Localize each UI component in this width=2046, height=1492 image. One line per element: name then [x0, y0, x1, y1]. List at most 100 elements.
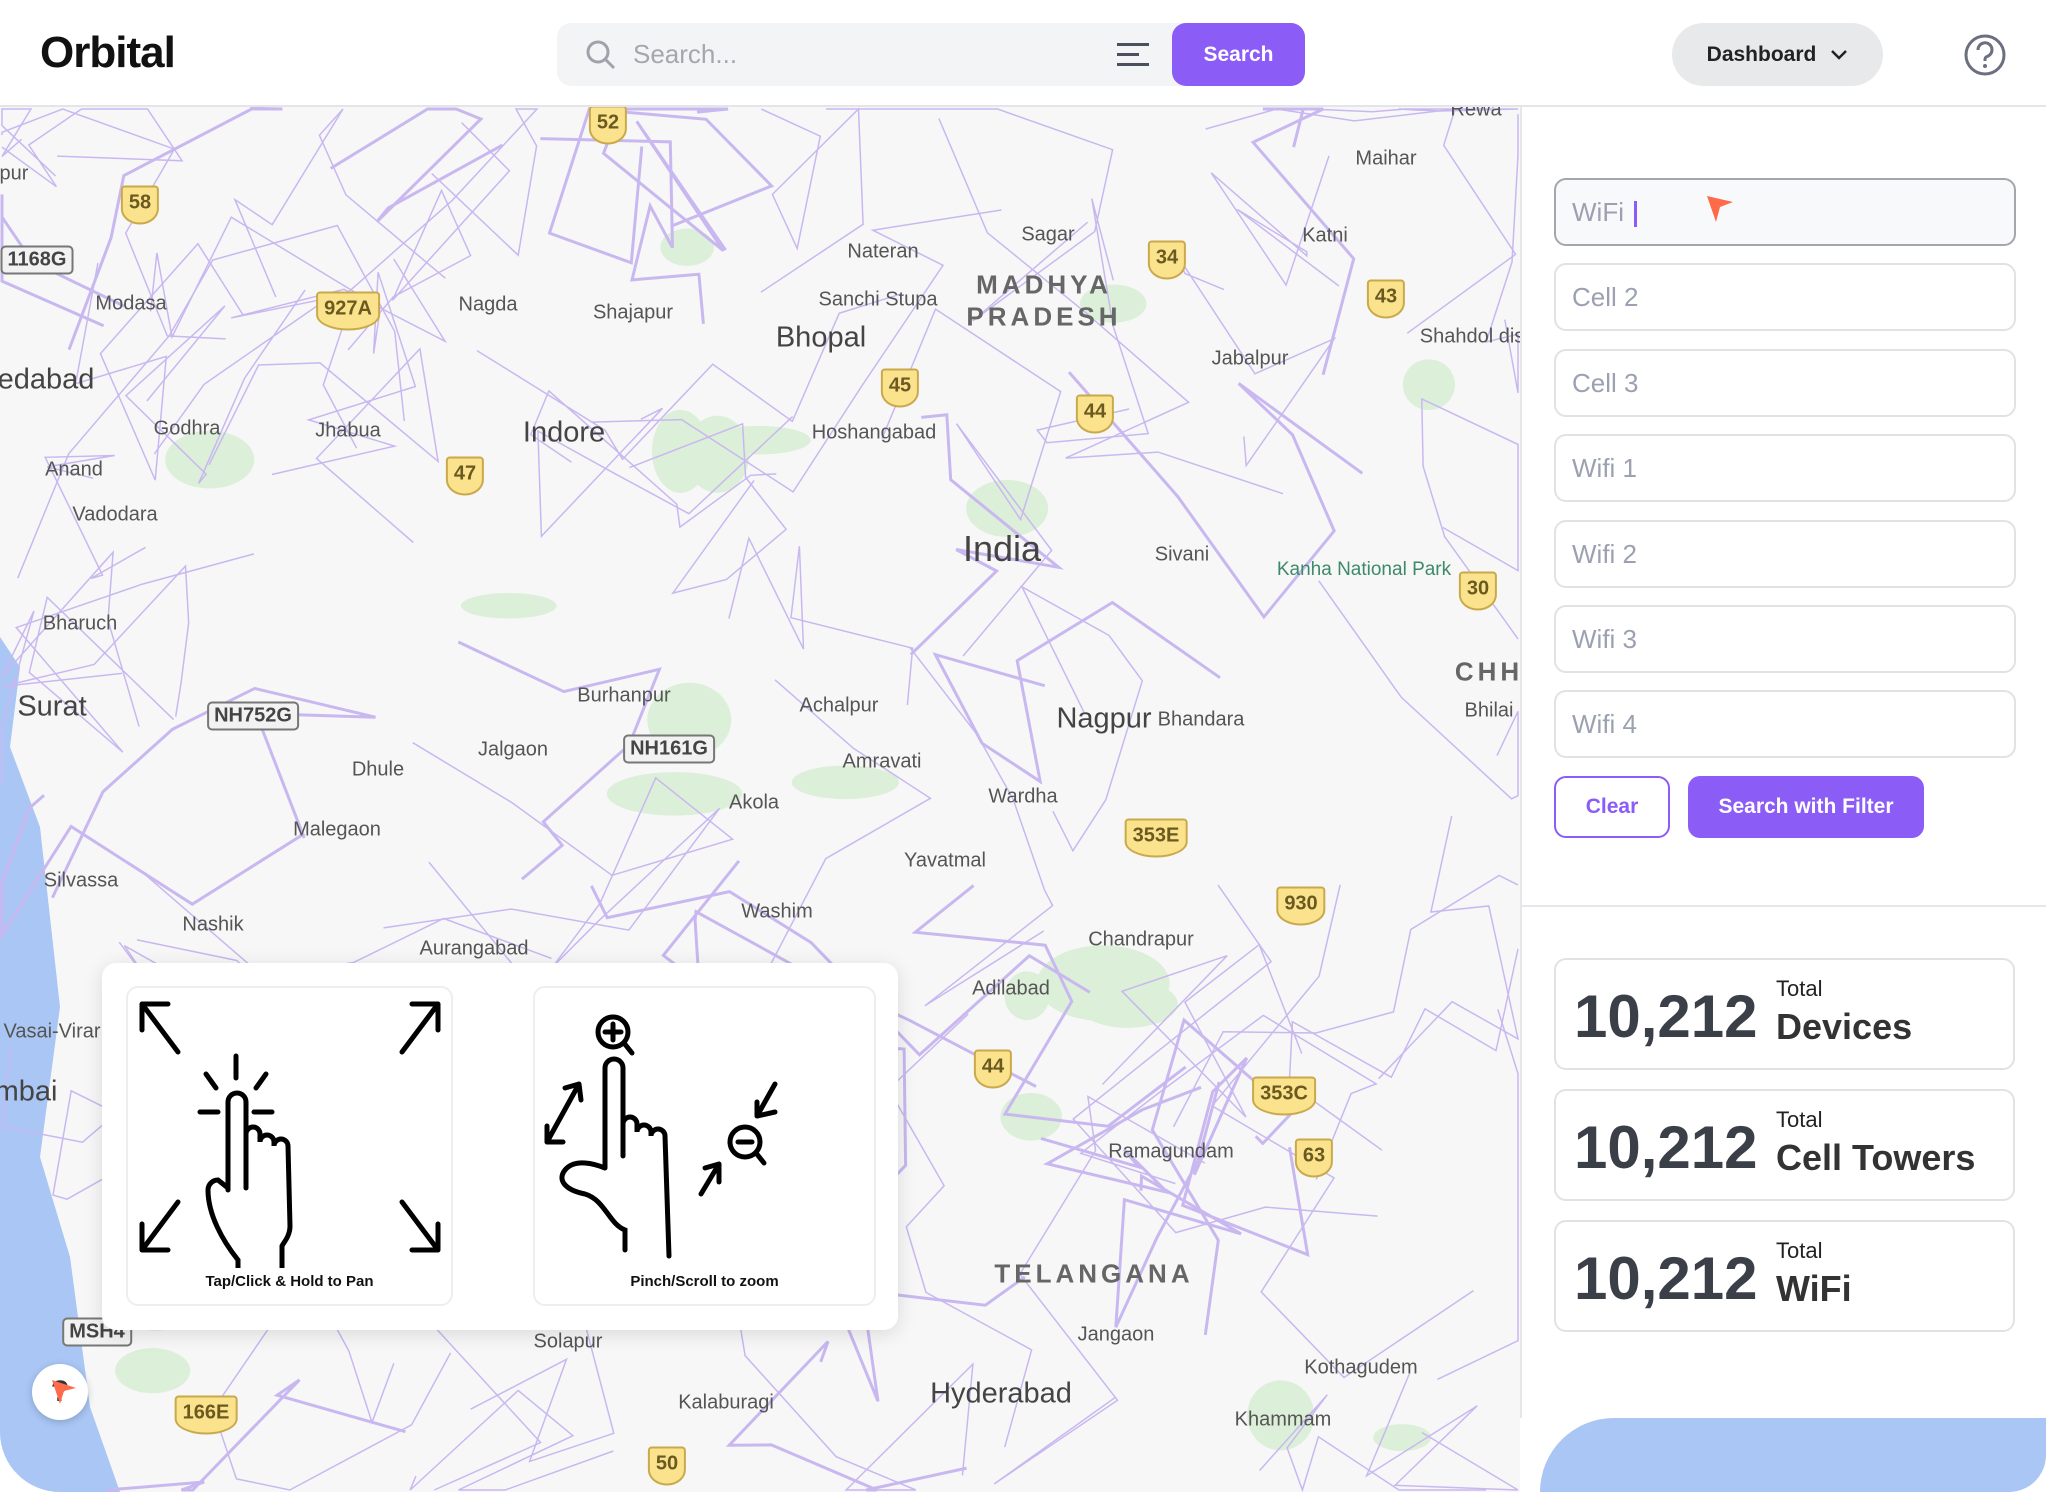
- zoom-caption: Pinch/Scroll to zoom: [630, 1273, 779, 1290]
- highway-shield: 44: [973, 1049, 1013, 1089]
- stat-card-devices: 10,212 Total Devices: [1554, 958, 2015, 1070]
- help-circle-icon[interactable]: [1963, 33, 2007, 77]
- map-city-label: Nashik: [182, 913, 244, 936]
- highway-label: 1168G: [0, 245, 74, 275]
- dashboard-dropdown[interactable]: Dashboard: [1672, 23, 1883, 86]
- map-road: [725, 1340, 967, 1492]
- highway-shield: 47: [445, 456, 485, 496]
- map-city-label: Jabalpur: [1211, 347, 1289, 370]
- filter-input-wifi-3[interactable]: [1554, 605, 2016, 673]
- stat-prefix: Total: [1776, 1238, 1823, 1263]
- filter-input-active[interactable]: [1554, 178, 2016, 246]
- dashboard-label: Dashboard: [1706, 42, 1817, 66]
- map-city-label: Aurangabad: [419, 937, 529, 960]
- map-city-label: Bhandara: [1157, 708, 1245, 731]
- map-city-label: Vadodara: [72, 503, 158, 526]
- map-city-label: Jangaon: [1077, 1323, 1155, 1346]
- stat-value: 10,212: [1574, 1245, 1758, 1312]
- map-city-label: edabad: [0, 363, 95, 396]
- search-button[interactable]: Search: [1172, 23, 1305, 86]
- map-road: [1288, 948, 1519, 1151]
- map-road: [106, 1378, 406, 1492]
- map-city-label: Akola: [728, 791, 780, 814]
- pinch-zoom-gesture-icon: [544, 1014, 778, 1259]
- map-city-label: Surat: [17, 690, 87, 723]
- highway-label: NH752G: [207, 701, 299, 731]
- map-city-label: Burhanpur: [577, 684, 671, 707]
- text-caret: [1634, 201, 1637, 227]
- map-city-label: Kothagudem: [1304, 1356, 1418, 1379]
- map-city-label: Ramagundam: [1108, 1140, 1234, 1163]
- highway-shield: 927A: [316, 291, 380, 331]
- filter-input-cell-2[interactable]: [1554, 263, 2016, 331]
- highway-shield: 45: [880, 368, 920, 408]
- map-city-label: Godhra: [153, 417, 221, 440]
- highway-shield: 52: [588, 107, 628, 145]
- map-park-area: [115, 1348, 191, 1394]
- highway-shield: 166E: [174, 1395, 238, 1435]
- map-city-label: Bharuch: [42, 612, 118, 635]
- logo: Orbital: [40, 28, 176, 77]
- map-city-label: Achalpur: [799, 694, 879, 717]
- search-icon: [586, 40, 616, 70]
- map-city-label: Nagpur: [1056, 702, 1152, 735]
- cursor-pointer-icon: [1707, 196, 1733, 222]
- map-road: [547, 107, 775, 265]
- map-city-label: Silvassa: [43, 869, 119, 892]
- map-park-area: [1036, 945, 1170, 1022]
- search-with-filter-button[interactable]: Search with Filter: [1688, 776, 1924, 838]
- stat-label: Cell Towers: [1776, 1137, 1976, 1178]
- floating-help-button[interactable]: ?: [32, 1364, 88, 1420]
- map-park-area: [660, 228, 715, 266]
- map-city-label: Bhilai: [1464, 699, 1514, 722]
- map-city-label: Bhopal: [775, 321, 867, 354]
- map-road: [881, 307, 1062, 657]
- highway-shield: 43: [1366, 279, 1406, 319]
- map-road: [409, 1389, 614, 1491]
- map-region-label: CHH: [1454, 656, 1520, 687]
- pan-gesture-icon: [139, 1001, 441, 1283]
- filter-input-wifi-2[interactable]: [1554, 520, 2016, 588]
- map-road: [1210, 884, 1474, 1379]
- filter-input-wifi-4[interactable]: [1554, 690, 2016, 758]
- map-city-label: Amravati: [842, 750, 922, 773]
- app-header: Orbital Search Dashboard: [0, 0, 2046, 107]
- map-city-label: Maihar: [1355, 147, 1417, 170]
- map-road: [1318, 580, 1519, 800]
- highway-shield: 58: [120, 185, 160, 225]
- search-bar: Search: [557, 23, 1305, 86]
- highway-shield: 34: [1147, 240, 1187, 280]
- highway-shield: 63: [1294, 1138, 1334, 1178]
- search-input[interactable]: [633, 33, 1053, 76]
- highway-shield: 353E: [1124, 818, 1188, 858]
- zoom-help-card: Pinch/Scroll to zoom: [533, 986, 876, 1306]
- chevron-down-icon: [1831, 49, 1848, 60]
- clear-button[interactable]: Clear: [1554, 776, 1670, 838]
- map-road: [1378, 815, 1520, 1080]
- map-city-label: Sivani: [1154, 543, 1210, 566]
- map-city-label: Kanha National Park: [1276, 559, 1452, 580]
- filter-input-cell-3[interactable]: [1554, 349, 2016, 417]
- map-city-label: Solapur: [533, 1330, 603, 1353]
- stat-prefix: Total: [1776, 976, 1823, 1001]
- map-road: [909, 646, 1054, 1007]
- map-city-label: Nagda: [458, 293, 518, 316]
- stat-card-cell-towers: 10,212 Total Cell Towers: [1554, 1089, 2015, 1201]
- map-city-label: Sagar: [1021, 223, 1075, 246]
- map-city-label: pur: [0, 162, 29, 185]
- filter-input-wifi-1[interactable]: [1554, 434, 2016, 502]
- map-park-area: [461, 593, 557, 619]
- highway-shield: 30: [1458, 571, 1498, 611]
- filter-lines-icon[interactable]: [1117, 41, 1151, 69]
- map-road: [149, 216, 358, 449]
- map-city-label: India: [962, 528, 1042, 569]
- map-water-bay: [1540, 1418, 2046, 1492]
- divider: [1522, 905, 2046, 907]
- map-road: [1436, 1009, 1519, 1381]
- stat-label: Devices: [1776, 1006, 1913, 1047]
- map-park-area: [685, 415, 750, 493]
- map-city-label: Hyderabad: [930, 1377, 1072, 1410]
- map-road: [760, 107, 864, 293]
- map-city-label: Katni: [1302, 224, 1348, 247]
- highway-shield: 44: [1075, 394, 1115, 434]
